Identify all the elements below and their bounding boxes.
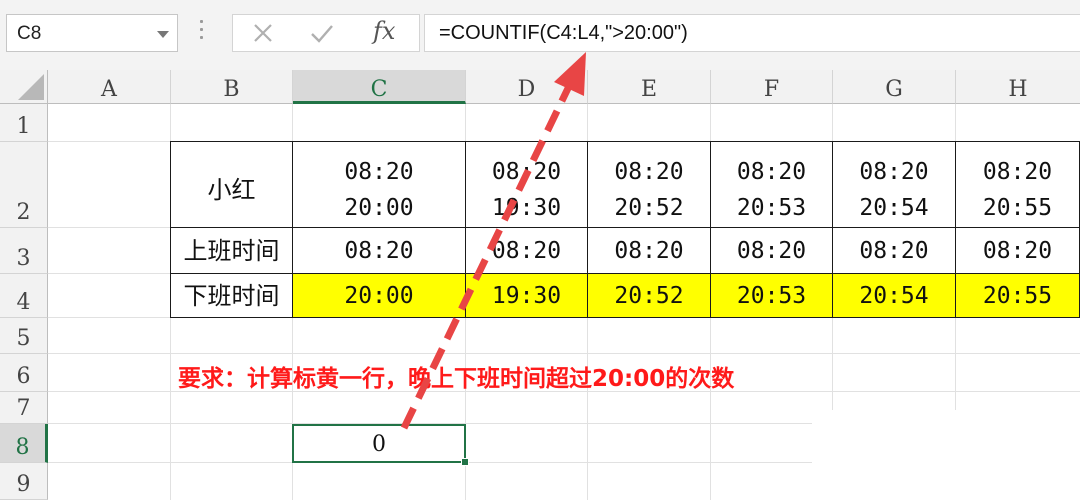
- row-header-5[interactable]: 5: [0, 318, 48, 354]
- name-box[interactable]: C8: [6, 14, 178, 52]
- cell-d2[interactable]: 08:20 19:30: [466, 142, 588, 228]
- row-header-3[interactable]: 3: [0, 228, 48, 274]
- cell-f4[interactable]: 20:53: [711, 274, 833, 318]
- formula-text: =COUNTIF(C4:L4,">20:00"): [439, 22, 688, 44]
- result-value: 0: [372, 432, 386, 457]
- row-header-1[interactable]: 1: [0, 104, 48, 142]
- cell-b4[interactable]: 下班时间: [171, 274, 293, 318]
- row-header-4[interactable]: 4: [0, 274, 48, 318]
- column-header-c[interactable]: C: [293, 70, 466, 104]
- column-header-g[interactable]: G: [833, 70, 956, 104]
- column-header-a[interactable]: A: [48, 70, 171, 104]
- cell-c2[interactable]: 08:20 20:00: [293, 142, 466, 228]
- cell-b2[interactable]: 小红: [171, 142, 293, 228]
- drag-handle-icon[interactable]: [198, 20, 204, 46]
- row-header-9[interactable]: 9: [0, 463, 48, 500]
- requirement-text: 要求：计算标黄一行，晚上下班时间超过20:00的次数: [178, 366, 735, 392]
- cell-d3[interactable]: 08:20: [466, 228, 588, 274]
- cell-h3[interactable]: 08:20: [956, 228, 1080, 274]
- formula-buttons: fx: [232, 14, 420, 52]
- column-header-h[interactable]: H: [956, 70, 1080, 104]
- cell-h2[interactable]: 08:20 20:55: [956, 142, 1080, 228]
- cell-d4[interactable]: 19:30: [466, 274, 588, 318]
- cell-e4[interactable]: 20:52: [588, 274, 711, 318]
- fill-handle[interactable]: [461, 458, 469, 466]
- cell-h4[interactable]: 20:55: [956, 274, 1080, 318]
- select-all-button[interactable]: [0, 70, 48, 104]
- formula-input[interactable]: =COUNTIF(C4:L4,">20:00"): [424, 14, 1080, 52]
- cell-e2[interactable]: 08:20 20:52: [588, 142, 711, 228]
- worksheet-grid[interactable]: A B C D E F G H 1 2 3 4 5 6 7 8 9 小红 08:…: [0, 70, 1080, 500]
- cell-f2[interactable]: 08:20 20:53: [711, 142, 833, 228]
- row-header-7[interactable]: 7: [0, 392, 48, 424]
- column-header-b[interactable]: B: [171, 70, 293, 104]
- close-icon[interactable]: [251, 21, 275, 45]
- row-header-6[interactable]: 6: [0, 354, 48, 392]
- insert-function-icon[interactable]: fx: [373, 17, 395, 45]
- cell-c3[interactable]: 08:20: [293, 228, 466, 274]
- checkmark-icon[interactable]: [309, 21, 335, 45]
- row-header-2[interactable]: 2: [0, 142, 48, 228]
- row-header-8[interactable]: 8: [0, 424, 48, 463]
- cell-g3[interactable]: 08:20: [833, 228, 956, 274]
- cell-g4[interactable]: 20:54: [833, 274, 956, 318]
- column-header-d[interactable]: D: [466, 70, 588, 104]
- formula-bar-area: C8 fx =COUNTIF(C4:L4,">20:00"): [0, 0, 1080, 70]
- cell-b3[interactable]: 上班时间: [171, 228, 293, 274]
- cell-c4[interactable]: 20:00: [293, 274, 466, 318]
- cell-e3[interactable]: 08:20: [588, 228, 711, 274]
- blank-area: [812, 410, 1080, 500]
- cell-g2[interactable]: 08:20 20:54: [833, 142, 956, 228]
- column-header-e[interactable]: E: [588, 70, 711, 104]
- chevron-down-icon[interactable]: [157, 31, 169, 38]
- active-cell-c8[interactable]: 0: [292, 424, 469, 466]
- cell-f3[interactable]: 08:20: [711, 228, 833, 274]
- column-header-f[interactable]: F: [711, 70, 833, 104]
- name-box-value: C8: [17, 23, 42, 44]
